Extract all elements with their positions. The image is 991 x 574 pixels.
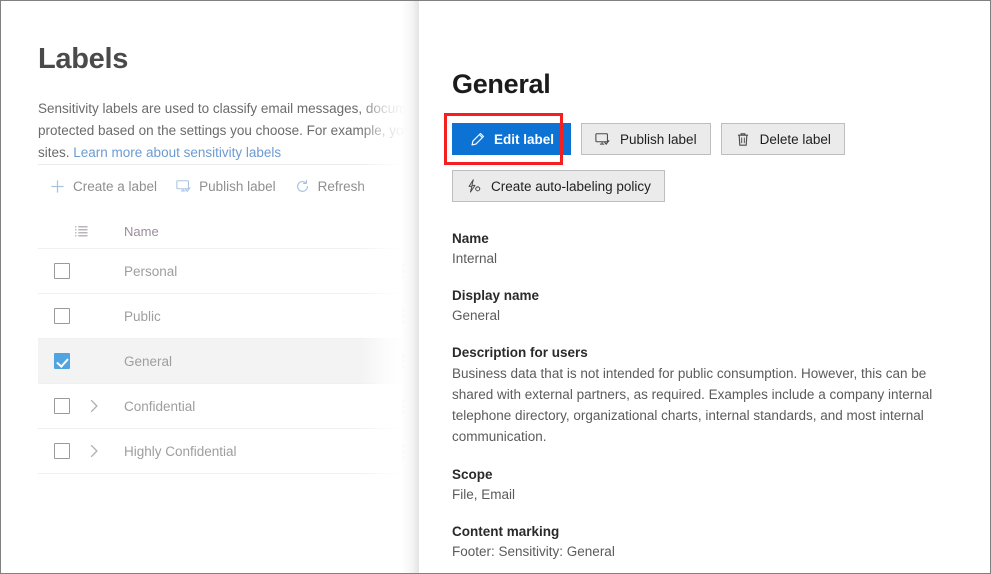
row-checkbox[interactable] [38, 263, 74, 279]
field-label: Content marking [452, 524, 560, 539]
more-vertical-icon[interactable] [393, 249, 413, 293]
field-label: Name [452, 231, 489, 246]
table-bottom-divider [38, 473, 419, 474]
edit-label-button-label: Edit label [494, 131, 555, 147]
create-a-label-label: Create a label [73, 178, 158, 194]
publish-label-command-label: Publish label [199, 178, 276, 194]
row-checkbox[interactable] [38, 353, 74, 369]
label-detail-panel: General Edit label Publish label Delete … [419, 1, 990, 573]
checkbox-icon [54, 398, 70, 414]
field-display-name: Display name General [452, 288, 952, 326]
page-description-line-1: Sensitivity labels are used to classify … [38, 101, 414, 116]
field-label: Display name [452, 288, 540, 303]
checkbox-checked-icon [54, 353, 70, 369]
monitor-check-icon [175, 178, 192, 195]
publish-label-command[interactable]: Publish label [167, 174, 286, 199]
trash-icon [735, 131, 751, 147]
page-title: Labels [38, 43, 129, 75]
field-value: File, Email [452, 487, 516, 502]
toolbar-divider [38, 164, 419, 165]
row-name: Public [124, 308, 161, 324]
chevron-right-icon[interactable] [74, 399, 114, 413]
monitor-check-icon [595, 131, 611, 147]
row-checkbox[interactable] [38, 308, 74, 324]
labels-table: Name Personal Public General Confidentia… [38, 214, 419, 474]
learn-more-link[interactable]: Learn more about sensitivity labels [73, 145, 281, 160]
refresh-icon [294, 178, 311, 195]
field-label: Description for users [452, 345, 588, 360]
create-a-label-button[interactable]: Create a label [41, 174, 167, 199]
table-row[interactable]: Confidential [38, 383, 419, 428]
field-content-marking: Content marking Footer: Sensitivity: Gen… [452, 524, 952, 562]
field-value: Footer: Sensitivity: General [452, 544, 615, 559]
labels-list-pane: Labels Sensitivity labels are used to cl… [1, 1, 419, 573]
table-header-row: Name [38, 214, 419, 248]
field-name: Name Internal [452, 231, 952, 269]
column-header-name[interactable]: Name [114, 224, 159, 239]
list-view-icon[interactable] [74, 224, 114, 239]
table-row[interactable]: Public [38, 293, 419, 338]
checkbox-icon [54, 443, 70, 459]
table-row[interactable]: Highly Confidential [38, 428, 419, 473]
edit-label-button[interactable]: Edit label [452, 123, 572, 155]
field-description-for-users: Description for users Business data that… [452, 345, 952, 447]
more-vertical-icon[interactable] [393, 429, 413, 473]
field-label: Scope [452, 467, 493, 482]
create-auto-labeling-policy-label: Create auto-labeling policy [491, 178, 651, 194]
row-checkbox[interactable] [38, 398, 74, 414]
more-vertical-icon[interactable] [393, 339, 413, 383]
chevron-right-icon[interactable] [74, 444, 114, 458]
delete-label-button-label: Delete label [759, 131, 831, 147]
plus-icon [49, 178, 66, 195]
row-name: Confidential [124, 398, 196, 414]
field-value: Business data that is not intended for p… [452, 366, 933, 444]
refresh-button[interactable]: Refresh [286, 174, 375, 199]
checkbox-icon [54, 263, 70, 279]
row-name: Highly Confidential [124, 443, 237, 459]
lightning-gear-icon [466, 178, 482, 194]
page-description-line-3: sites. [38, 145, 74, 160]
create-auto-labeling-policy-button[interactable]: Create auto-labeling policy [452, 170, 665, 202]
refresh-label: Refresh [317, 178, 365, 194]
app-window: Labels Sensitivity labels are used to cl… [0, 0, 991, 574]
more-vertical-icon[interactable] [393, 384, 413, 428]
field-value: Internal [452, 251, 498, 266]
label-properties-list: Name Internal Display name General Descr… [452, 231, 952, 573]
command-bar: Create a label Publish label Refresh [41, 172, 375, 200]
row-name: General [124, 353, 173, 369]
panel-title: General [452, 69, 551, 99]
panel-action-row-primary: Edit label Publish label Delete label [452, 123, 845, 155]
page-description: Sensitivity labels are used to classify … [38, 98, 419, 164]
field-value: General [452, 308, 501, 323]
page-description-line-2: protected based on the settings you choo… [38, 123, 411, 138]
delete-label-button[interactable]: Delete label [720, 123, 845, 155]
panel-action-row-secondary: Create auto-labeling policy [452, 170, 665, 202]
table-row-selected[interactable]: General [38, 338, 419, 383]
pencil-icon [469, 131, 485, 147]
checkbox-icon [54, 308, 70, 324]
table-row[interactable]: Personal [38, 248, 419, 293]
publish-label-button-label: Publish label [620, 131, 697, 147]
row-checkbox[interactable] [38, 443, 74, 459]
field-scope: Scope File, Email [452, 467, 952, 505]
more-vertical-icon[interactable] [393, 294, 413, 338]
publish-label-button[interactable]: Publish label [581, 123, 711, 155]
row-name: Personal [124, 263, 178, 279]
